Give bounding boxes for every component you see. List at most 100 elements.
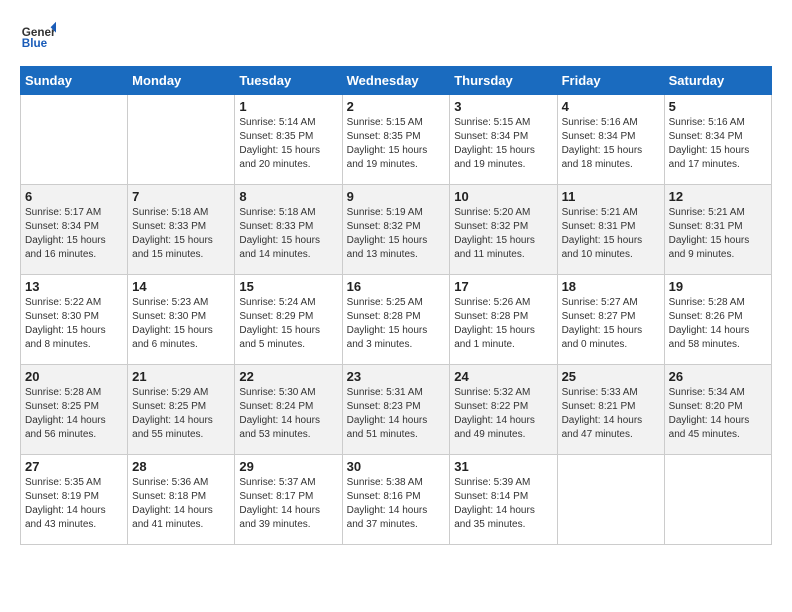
- day-info: Sunrise: 5:30 AM Sunset: 8:24 PM Dayligh…: [239, 386, 337, 442]
- day-info: Sunrise: 5:22 AM Sunset: 8:30 PM Dayligh…: [25, 296, 123, 352]
- calendar-cell: 3 Sunrise: 5:15 AM Sunset: 8:34 PM Daylig…: [450, 95, 557, 185]
- day-info: Sunrise: 5:25 AM Sunset: 8:28 PM Dayligh…: [347, 296, 446, 352]
- calendar-cell: 11 Sunrise: 5:21 AM Sunset: 8:31 PM Dayli…: [557, 185, 664, 275]
- calendar-cell: 4 Sunrise: 5:16 AM Sunset: 8:34 PM Daylig…: [557, 95, 664, 185]
- calendar-cell: 29Sunrise: 5:37 AM Sunset: 8:17 PM Dayli…: [235, 455, 342, 545]
- calendar-cell: 21 Sunrise: 5:29 AM Sunset: 8:25 PM Dayli…: [128, 365, 235, 455]
- day-info: Sunrise: 5:21 AM Sunset: 8:31 PM Dayligh…: [669, 206, 767, 262]
- calendar-cell: 28 Sunrise: 5:36 AM Sunset: 8:18 PM Dayli…: [128, 455, 235, 545]
- day-info: Sunrise: 5:32 AM Sunset: 8:22 PM Dayligh…: [454, 386, 552, 442]
- day-info: Sunrise: 5:28 AM Sunset: 8:26 PM Dayligh…: [669, 296, 767, 352]
- calendar-cell: 22 Sunrise: 5:30 AM Sunset: 8:24 PM Dayli…: [235, 365, 342, 455]
- weekday-header-sunday: Sunday: [21, 67, 128, 95]
- day-info: Sunrise: 5:28 AM Sunset: 8:25 PM Dayligh…: [25, 386, 123, 442]
- weekday-header-wednesday: Wednesday: [342, 67, 450, 95]
- weekday-header-tuesday: Tuesday: [235, 67, 342, 95]
- weekday-header-monday: Monday: [128, 67, 235, 95]
- week-row-4: 20 Sunrise: 5:28 AM Sunset: 8:25 PM Dayli…: [21, 365, 772, 455]
- day-info: Sunrise: 5:36 AM Sunset: 8:18 PM Dayligh…: [132, 476, 230, 532]
- calendar-cell: 2 Sunrise: 5:15 AM Sunset: 8:35 PM Daylig…: [342, 95, 450, 185]
- day-number: 22: [239, 369, 337, 384]
- day-info: Sunrise: 5:34 AM Sunset: 8:20 PM Dayligh…: [669, 386, 767, 442]
- day-info: Sunrise: 5:19 AM Sunset: 8:32 PM Dayligh…: [347, 206, 446, 262]
- weekday-header-friday: Friday: [557, 67, 664, 95]
- day-info: Sunrise: 5:27 AM Sunset: 8:27 PM Dayligh…: [562, 296, 660, 352]
- calendar-cell: 16Sunrise: 5:25 AM Sunset: 8:28 PM Dayli…: [342, 275, 450, 365]
- weekday-header-row: SundayMondayTuesdayWednesdayThursdayFrid…: [21, 67, 772, 95]
- calendar-cell: 20 Sunrise: 5:28 AM Sunset: 8:25 PM Dayli…: [21, 365, 128, 455]
- day-info: Sunrise: 5:38 AM Sunset: 8:16 PM Dayligh…: [347, 476, 446, 532]
- day-number: 21: [132, 369, 230, 384]
- day-number: 23: [347, 369, 446, 384]
- calendar-cell: 5Sunrise: 5:16 AM Sunset: 8:34 PM Daylig…: [664, 95, 771, 185]
- day-info: Sunrise: 5:24 AM Sunset: 8:29 PM Dayligh…: [239, 296, 337, 352]
- day-info: Sunrise: 5:16 AM Sunset: 8:34 PM Dayligh…: [562, 116, 660, 172]
- calendar-cell: 13 Sunrise: 5:22 AM Sunset: 8:30 PM Dayli…: [21, 275, 128, 365]
- day-number: 26: [669, 369, 767, 384]
- day-number: 24: [454, 369, 552, 384]
- weekday-header-saturday: Saturday: [664, 67, 771, 95]
- day-number: 11: [562, 189, 660, 204]
- day-number: 14: [132, 279, 230, 294]
- day-info: Sunrise: 5:29 AM Sunset: 8:25 PM Dayligh…: [132, 386, 230, 442]
- week-row-2: 6 Sunrise: 5:17 AM Sunset: 8:34 PM Daylig…: [21, 185, 772, 275]
- calendar-cell: 17 Sunrise: 5:26 AM Sunset: 8:28 PM Dayli…: [450, 275, 557, 365]
- calendar-cell: 27 Sunrise: 5:35 AM Sunset: 8:19 PM Dayli…: [21, 455, 128, 545]
- day-number: 1: [239, 99, 337, 114]
- day-number: 4: [562, 99, 660, 114]
- day-info: Sunrise: 5:18 AM Sunset: 8:33 PM Dayligh…: [239, 206, 337, 262]
- day-info: Sunrise: 5:23 AM Sunset: 8:30 PM Dayligh…: [132, 296, 230, 352]
- calendar-cell: 12Sunrise: 5:21 AM Sunset: 8:31 PM Dayli…: [664, 185, 771, 275]
- page-header: General Blue: [20, 20, 772, 56]
- calendar-cell: [128, 95, 235, 185]
- logo: General Blue: [20, 20, 56, 56]
- day-info: Sunrise: 5:33 AM Sunset: 8:21 PM Dayligh…: [562, 386, 660, 442]
- calendar-cell: 24 Sunrise: 5:32 AM Sunset: 8:22 PM Dayli…: [450, 365, 557, 455]
- day-number: 25: [562, 369, 660, 384]
- calendar-cell: 8Sunrise: 5:18 AM Sunset: 8:33 PM Daylig…: [235, 185, 342, 275]
- day-number: 17: [454, 279, 552, 294]
- day-info: Sunrise: 5:15 AM Sunset: 8:34 PM Dayligh…: [454, 116, 552, 172]
- day-info: Sunrise: 5:15 AM Sunset: 8:35 PM Dayligh…: [347, 116, 446, 172]
- calendar-cell: 23 Sunrise: 5:31 AM Sunset: 8:23 PM Dayli…: [342, 365, 450, 455]
- calendar-cell: 19 Sunrise: 5:28 AM Sunset: 8:26 PM Dayli…: [664, 275, 771, 365]
- day-info: Sunrise: 5:16 AM Sunset: 8:34 PM Dayligh…: [669, 116, 767, 172]
- calendar-cell: 7 Sunrise: 5:18 AM Sunset: 8:33 PM Daylig…: [128, 185, 235, 275]
- day-number: 28: [132, 459, 230, 474]
- day-number: 15: [239, 279, 337, 294]
- day-number: 13: [25, 279, 123, 294]
- day-number: 31: [454, 459, 552, 474]
- calendar-cell: 15 Sunrise: 5:24 AM Sunset: 8:29 PM Dayli…: [235, 275, 342, 365]
- day-number: 2: [347, 99, 446, 114]
- day-number: 27: [25, 459, 123, 474]
- day-info: Sunrise: 5:35 AM Sunset: 8:19 PM Dayligh…: [25, 476, 123, 532]
- day-number: 20: [25, 369, 123, 384]
- day-number: 18: [562, 279, 660, 294]
- calendar-cell: 6 Sunrise: 5:17 AM Sunset: 8:34 PM Daylig…: [21, 185, 128, 275]
- day-number: 6: [25, 189, 123, 204]
- day-number: 10: [454, 189, 552, 204]
- calendar-cell: 1 Sunrise: 5:14 AM Sunset: 8:35 PM Daylig…: [235, 95, 342, 185]
- weekday-header-thursday: Thursday: [450, 67, 557, 95]
- day-info: Sunrise: 5:31 AM Sunset: 8:23 PM Dayligh…: [347, 386, 446, 442]
- logo-icon: General Blue: [20, 20, 56, 56]
- calendar-cell: 10 Sunrise: 5:20 AM Sunset: 8:32 PM Dayli…: [450, 185, 557, 275]
- week-row-3: 13 Sunrise: 5:22 AM Sunset: 8:30 PM Dayli…: [21, 275, 772, 365]
- day-number: 7: [132, 189, 230, 204]
- calendar-cell: 26 Sunrise: 5:34 AM Sunset: 8:20 PM Dayli…: [664, 365, 771, 455]
- calendar-cell: 30Sunrise: 5:38 AM Sunset: 8:16 PM Dayli…: [342, 455, 450, 545]
- day-info: Sunrise: 5:21 AM Sunset: 8:31 PM Dayligh…: [562, 206, 660, 262]
- day-info: Sunrise: 5:26 AM Sunset: 8:28 PM Dayligh…: [454, 296, 552, 352]
- day-info: Sunrise: 5:14 AM Sunset: 8:35 PM Dayligh…: [239, 116, 337, 172]
- day-number: 19: [669, 279, 767, 294]
- day-info: Sunrise: 5:18 AM Sunset: 8:33 PM Dayligh…: [132, 206, 230, 262]
- week-row-5: 27 Sunrise: 5:35 AM Sunset: 8:19 PM Dayli…: [21, 455, 772, 545]
- day-info: Sunrise: 5:39 AM Sunset: 8:14 PM Dayligh…: [454, 476, 552, 532]
- calendar-cell: 18 Sunrise: 5:27 AM Sunset: 8:27 PM Dayli…: [557, 275, 664, 365]
- day-number: 3: [454, 99, 552, 114]
- calendar-cell: 9Sunrise: 5:19 AM Sunset: 8:32 PM Daylig…: [342, 185, 450, 275]
- day-info: Sunrise: 5:17 AM Sunset: 8:34 PM Dayligh…: [25, 206, 123, 262]
- day-number: 29: [239, 459, 337, 474]
- calendar-cell: 14 Sunrise: 5:23 AM Sunset: 8:30 PM Dayli…: [128, 275, 235, 365]
- day-info: Sunrise: 5:20 AM Sunset: 8:32 PM Dayligh…: [454, 206, 552, 262]
